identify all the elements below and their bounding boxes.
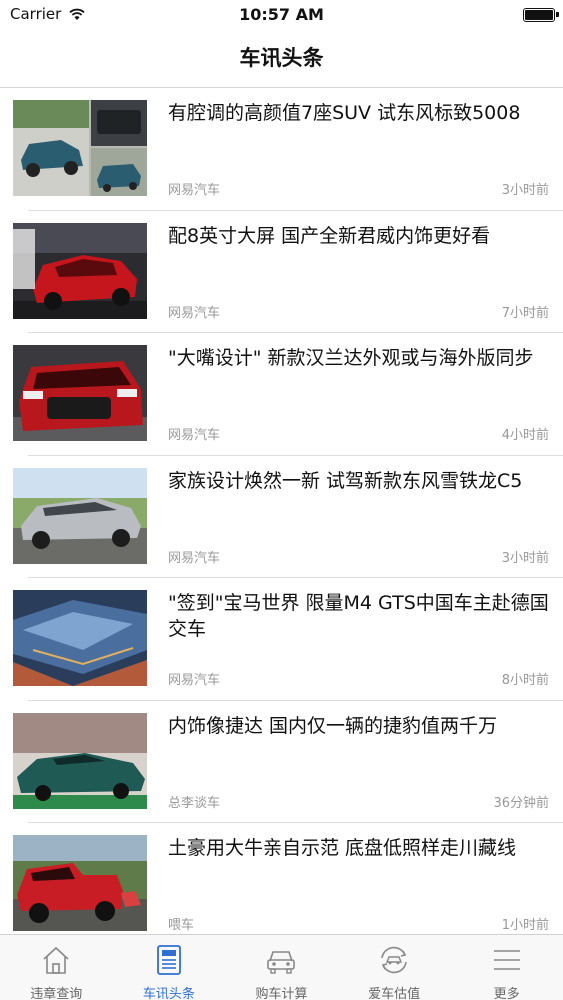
tab-car-valuation[interactable]: 爱车估值: [338, 935, 451, 1000]
news-item[interactable]: "大嘴设计" 新款汉兰达外观或与海外版同步 网易汽车 4小时前: [0, 333, 563, 456]
house-icon: [43, 946, 69, 974]
tab-purchase-calculator[interactable]: 购车计算: [225, 935, 338, 1000]
tab-label: 车讯头条: [142, 987, 195, 1000]
news-headline: 有腔调的高颜值7座SUV 试东风标致5008: [168, 102, 521, 124]
news-item[interactable]: 内饰像捷达 国内仅一辆的捷豹值两千万 总李谈车 36分钟前: [0, 701, 563, 823]
tab-label: 爱车估值: [368, 987, 421, 1000]
news-headline: 家族设计焕然一新 试驾新款东风雪铁龙C5: [168, 469, 523, 492]
news-item[interactable]: 土豪用大牛亲自示范 底盘低照样走川藏线 喂车 1小时前: [0, 823, 563, 934]
news-time: 3小时前: [501, 550, 549, 566]
news-source: 喂车: [168, 918, 195, 933]
news-time: 1小时前: [501, 918, 549, 933]
tab-bar: 违章查询 车讯头条 购车计算 爱车估值 更多: [0, 934, 563, 1000]
news-thumbnail-red-sedan: [13, 222, 147, 319]
news-time: 36分钟前: [493, 795, 549, 811]
news-headline: 土豪用大牛亲自示范 底盘低照样走川藏线: [168, 837, 517, 859]
news-time: 4小时前: [501, 428, 549, 443]
news-headline: 内饰像捷达 国内仅一辆的捷豹值两千万: [168, 714, 498, 737]
battery-icon: [523, 8, 559, 22]
car-icon: [267, 951, 296, 974]
news-thumbnail-blue-suv: [13, 100, 147, 196]
news-thumbnail-bmw-world: [13, 590, 147, 686]
valuation-icon: [381, 946, 407, 974]
news-headline: "大嘴设计" 新款汉兰达外观或与海外版同步: [168, 347, 534, 369]
navigation-bar: 车讯头条: [0, 30, 563, 88]
tab-more[interactable]: 更多: [450, 935, 563, 1000]
news-thumbnail-red-suv: [13, 345, 147, 441]
news-source: 网易汽车: [168, 550, 221, 566]
news-thumbnail-green-sports-car: [13, 712, 147, 809]
news-list[interactable]: 有腔调的高颜值7座SUV 试东风标致5008 网易汽车 3小时前 配8英寸大屏 …: [0, 88, 563, 934]
news-source: 总李谈车: [168, 795, 221, 811]
news-time: 3小时前: [501, 183, 549, 198]
tab-car-news[interactable]: 车讯头条: [113, 935, 226, 1000]
news-item[interactable]: 家族设计焕然一新 试驾新款东风雪铁龙C5 网易汽车 3小时前: [0, 456, 563, 578]
news-source: 网易汽车: [168, 305, 221, 321]
news-thumbnail-red-pickup: [13, 835, 147, 931]
menu-icon: [493, 950, 520, 970]
news-source: 网易汽车: [168, 183, 221, 198]
status-bar: Carrier 10:57 AM: [0, 0, 563, 30]
tab-label: 更多: [493, 987, 520, 1000]
news-item[interactable]: 有腔调的高颜值7座SUV 试东风标致5008 网易汽车 3小时前: [0, 88, 563, 211]
news-time: 7小时前: [501, 305, 549, 321]
tab-label: 违章查询: [30, 987, 83, 1000]
news-headline: 配8英寸大屏 国产全新君威内饰更好看: [168, 224, 491, 247]
news-headline: "签到"宝马世界 限量M4 GTS中国车主赴德国交车: [168, 592, 549, 640]
news-thumbnail-silver-sedan: [13, 467, 147, 564]
news-item[interactable]: 配8英寸大屏 国产全新君威内饰更好看 网易汽车 7小时前: [0, 211, 563, 333]
news-item[interactable]: "签到"宝马世界 限量M4 GTS中国车主赴德国交车 网易汽车 8小时前: [0, 578, 563, 701]
tab-violation-query[interactable]: 违章查询: [0, 935, 113, 1000]
page-title: 车讯头条: [239, 46, 324, 70]
tab-label: 购车计算: [255, 987, 308, 1000]
news-icon: [156, 945, 181, 975]
news-time: 8小时前: [501, 673, 549, 688]
news-source: 网易汽车: [168, 428, 221, 443]
status-time: 10:57 AM: [239, 5, 324, 24]
news-source: 网易汽车: [168, 673, 221, 688]
